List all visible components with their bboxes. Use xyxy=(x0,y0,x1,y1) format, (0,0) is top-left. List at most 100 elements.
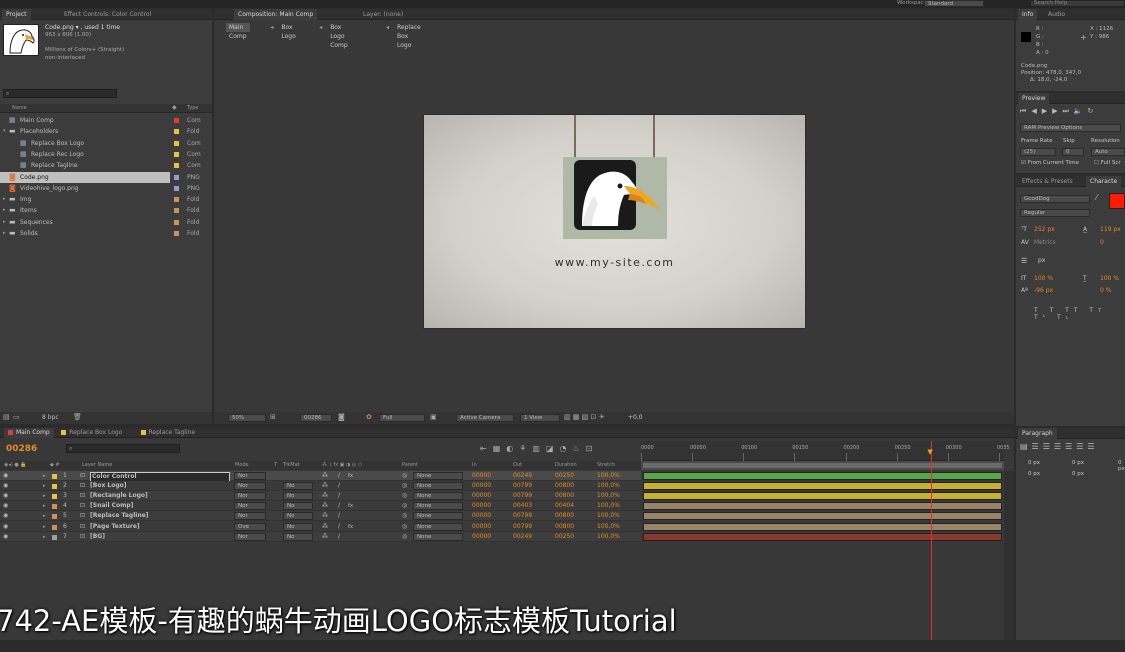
label-color-swatch[interactable] xyxy=(52,514,57,520)
first-frame-icon[interactable]: ⏮ xyxy=(1020,107,1031,115)
quality-switch-icon[interactable]: ∕ xyxy=(338,522,340,532)
layer-name[interactable]: [Snail Comp] xyxy=(90,501,133,511)
layer-name[interactable]: [Page Texture] xyxy=(90,522,140,532)
play-icon[interactable]: ▶ xyxy=(1042,107,1052,115)
tab-audio[interactable]: Audio xyxy=(1044,9,1069,20)
space-before-value[interactable]: 0 px xyxy=(1028,471,1040,477)
search-help-input[interactable]: Search Help xyxy=(1030,0,1125,7)
fill-color-swatch[interactable] xyxy=(1109,193,1125,209)
tab-timeline-comp[interactable]: Main Comp xyxy=(4,428,54,438)
label-color-swatch[interactable] xyxy=(52,494,57,500)
grid-icon[interactable]: ⊞ xyxy=(270,413,276,421)
label-color-swatch[interactable] xyxy=(174,140,179,146)
loop-icon[interactable]: ↻ xyxy=(1088,107,1099,115)
layer-out[interactable]: 00799 xyxy=(513,481,532,491)
expand-triangle-icon[interactable]: ▸ xyxy=(43,501,46,511)
shy-switch-icon[interactable]: ⁂ xyxy=(322,532,328,542)
camera-select[interactable]: Active Camera xyxy=(456,414,514,422)
resolution-select-preview[interactable]: Auto xyxy=(1091,148,1125,156)
layer-stretch[interactable]: 100,0% xyxy=(597,481,620,491)
blend-mode-select[interactable]: Nor xyxy=(234,532,266,541)
list-item[interactable]: ▦ Main Comp Com xyxy=(0,115,212,126)
tab-timeline-comp[interactable]: Replace Box Logo xyxy=(57,428,126,438)
visibility-eye-icon[interactable]: ◉ xyxy=(3,491,8,501)
layer-in[interactable]: 00000 xyxy=(472,501,491,511)
layer-duration-bar[interactable] xyxy=(643,522,1002,531)
table-row[interactable]: ◉ ▸ 3 ⊡ [Rectangle Logo] Nor No ⁂ ∕ ◎ None 00000 007… xyxy=(0,491,641,502)
color-channel-icon[interactable]: ✿ xyxy=(366,413,372,421)
table-row[interactable]: ◉ ▸ 1 ⊡ Color Control Nor ⁂ ∕ fx ◎ None 00000 00249 0… xyxy=(0,471,641,482)
interpret-footage-icon[interactable]: ▤ xyxy=(3,413,10,421)
blend-mode-select[interactable]: Nor xyxy=(234,502,266,511)
pickwhip-icon[interactable]: ◎ xyxy=(402,481,407,491)
tsume-value[interactable]: 0 % xyxy=(1100,287,1111,294)
label-color-swatch[interactable] xyxy=(174,197,179,203)
font-size-value[interactable]: 252 px xyxy=(1034,226,1055,233)
blend-mode-select[interactable]: Nor xyxy=(234,492,266,501)
tab-layer[interactable]: Layer: (none) xyxy=(359,9,407,20)
layer-duration-bar[interactable] xyxy=(643,502,1002,511)
vscale-value[interactable]: 100 % xyxy=(1034,275,1053,282)
layer-stretch[interactable]: 100,0% xyxy=(597,522,620,532)
shy-switch-icon[interactable]: ⁂ xyxy=(322,522,328,532)
layer-name[interactable]: [Box Logo] xyxy=(90,481,127,491)
header-mode[interactable]: Mode xyxy=(235,462,249,468)
tab-effects-presets[interactable]: Effects & Presets xyxy=(1018,176,1077,187)
shy-switch-icon[interactable]: ⁂ xyxy=(322,491,328,501)
baseline-value[interactable]: -96 px xyxy=(1034,287,1053,294)
blend-mode-select[interactable]: Nor xyxy=(234,512,266,521)
pickwhip-icon[interactable]: ◎ xyxy=(402,501,407,511)
layer-name[interactable]: [Replace Tagline] xyxy=(90,511,148,521)
expand-triangle-icon[interactable]: ▸ xyxy=(43,471,46,481)
layer-out[interactable]: 00249 xyxy=(513,471,532,481)
table-row[interactable]: ◉ ▸ 2 ⊡ [Box Logo] Nor No ⁂ ∕ ◎ None 00000 00799 0080… xyxy=(0,481,641,492)
visibility-eye-icon[interactable]: ◉ xyxy=(3,481,8,491)
layer-out[interactable]: 00799 xyxy=(513,511,532,521)
parent-select[interactable]: None xyxy=(413,512,463,521)
label-color-swatch[interactable] xyxy=(52,484,57,490)
parent-select[interactable]: None xyxy=(413,472,463,480)
quality-switch-icon[interactable]: ∕ xyxy=(338,471,340,481)
layer-in[interactable]: 00000 xyxy=(472,511,491,521)
list-item[interactable]: ▸ ▬ Solids Fold xyxy=(0,228,212,239)
quality-switch-icon[interactable]: ∕ xyxy=(338,501,340,511)
layer-duration-bar[interactable] xyxy=(643,482,1002,491)
visibility-eye-icon[interactable]: ◉ xyxy=(3,471,8,481)
trkmat-select[interactable]: No xyxy=(283,502,313,511)
list-item[interactable]: ◙ Videohive_logo.png PNG xyxy=(0,183,212,194)
layer-out[interactable]: 00249 xyxy=(513,532,532,542)
disclosure-triangle-icon[interactable]: ▸ xyxy=(3,217,6,228)
timeline-timecode[interactable]: 00286 xyxy=(6,444,37,454)
snapshot-icon[interactable]: ◙ xyxy=(338,413,345,421)
tab-timeline-comp[interactable]: Replace Tagline xyxy=(137,428,200,438)
label-color-swatch[interactable] xyxy=(174,185,179,191)
label-color-swatch[interactable] xyxy=(174,231,179,236)
list-item[interactable]: ▸ ▬ Sequences Fold xyxy=(0,217,212,228)
label-color-swatch[interactable] xyxy=(174,219,179,225)
layer-in[interactable]: 00000 xyxy=(472,491,491,501)
breadcrumb-item[interactable]: Replace Box Logo xyxy=(394,23,424,49)
quality-switch-icon[interactable]: ∕ xyxy=(338,532,340,542)
parent-select[interactable]: None xyxy=(413,532,463,541)
header-name[interactable]: Name xyxy=(12,105,27,111)
breadcrumb-item[interactable]: Box Logo xyxy=(278,23,298,40)
layer-out[interactable]: 00799 xyxy=(513,522,532,532)
header-trkmat[interactable]: TrkMat xyxy=(283,462,300,468)
font-family-select[interactable]: GoodDog xyxy=(1020,195,1090,203)
table-row[interactable]: ◉ ▸ 7 ⊡ [BG] Nor No ⁂ ∕ ◎ None 00000 00249 00250 100,0… xyxy=(0,531,641,542)
layer-name[interactable]: [Rectangle Logo] xyxy=(90,491,148,501)
parent-select[interactable]: None xyxy=(413,492,463,501)
layer-duration-bar[interactable] xyxy=(643,532,1002,541)
last-frame-icon[interactable]: ⏭ xyxy=(1062,107,1073,115)
parent-select[interactable]: None xyxy=(413,502,463,511)
view-options-icon[interactable]: ▥ ▦ ▧ ⊡ ☀ xyxy=(564,413,605,421)
project-search-input[interactable]: ⌕ xyxy=(3,89,117,98)
disclosure-triangle-icon[interactable]: ▸ xyxy=(3,194,6,205)
label-color-swatch[interactable] xyxy=(52,524,57,530)
new-folder-icon[interactable]: ▭ xyxy=(13,413,20,421)
layer-duration-bar[interactable] xyxy=(643,472,1002,480)
header-in[interactable]: In xyxy=(472,462,477,468)
breadcrumb-item[interactable]: Box Logo Comp xyxy=(327,23,351,49)
visibility-eye-icon[interactable]: ◉ xyxy=(3,522,8,532)
comp-canvas[interactable]: www.my-site.com xyxy=(424,115,805,328)
